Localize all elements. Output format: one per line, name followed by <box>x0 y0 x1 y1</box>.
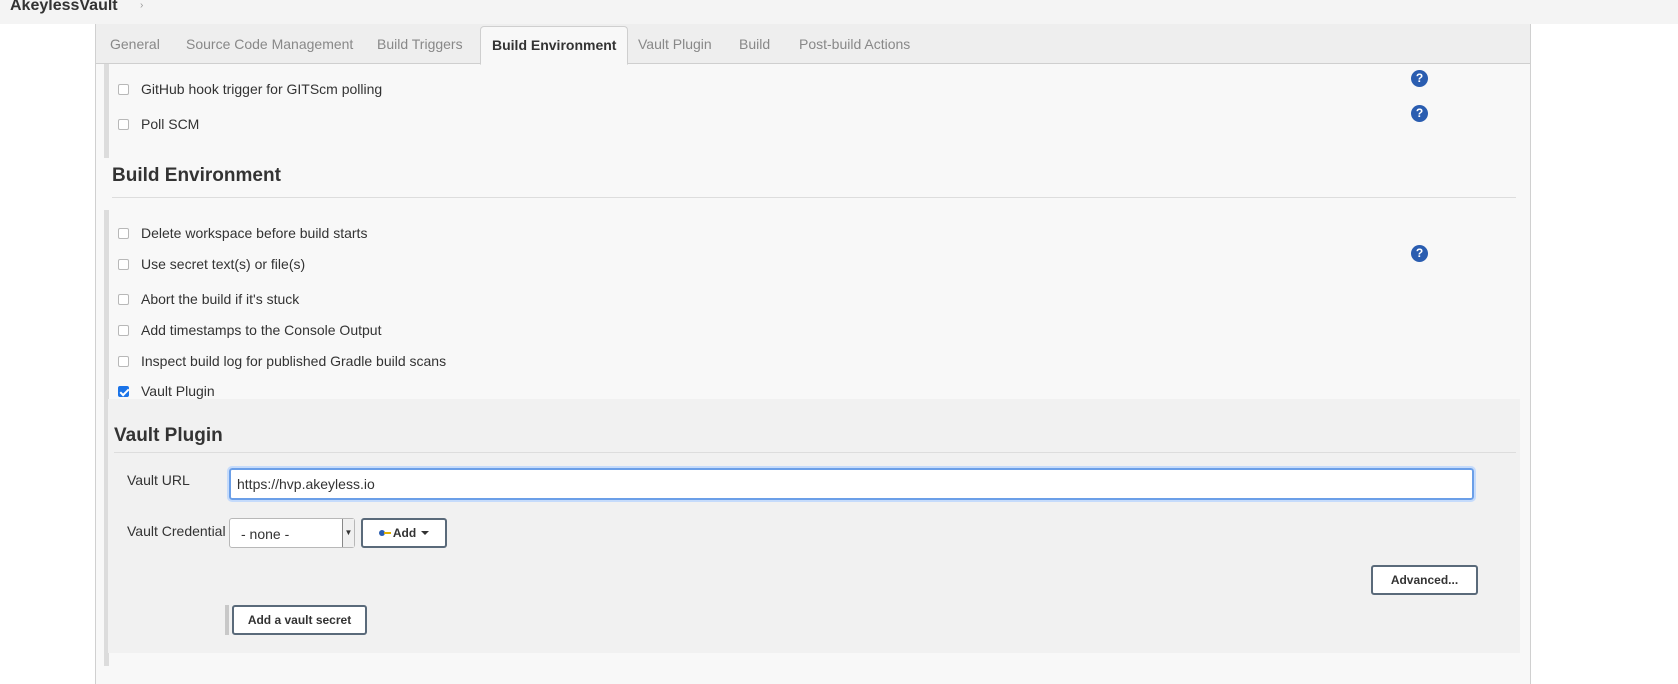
tab-build-environment[interactable]: Build Environment <box>480 26 629 65</box>
option-abort-if-stuck[interactable]: Abort the build if it's stuck <box>118 289 299 309</box>
trigger-github-hook[interactable]: GitHub hook trigger for GITScm polling <box>118 79 382 99</box>
add-credential-button[interactable]: Add <box>361 518 447 548</box>
help-icon[interactable]: ? <box>1411 105 1428 122</box>
section-title-vault-plugin: Vault Plugin <box>114 425 223 446</box>
checkbox[interactable] <box>118 355 129 367</box>
checkbox-label: GitHub hook trigger for GITScm polling <box>141 81 383 97</box>
checkbox-label: Inspect build log for published Gradle b… <box>141 353 447 369</box>
tab-source-code-management[interactable]: Source Code Management <box>186 36 353 52</box>
tab-build[interactable]: Build <box>739 36 770 52</box>
checkbox[interactable] <box>118 324 129 336</box>
option-inspect-gradle-scans[interactable]: Inspect build log for published Gradle b… <box>118 351 446 371</box>
checkbox-label: Use secret text(s) or file(s) <box>141 256 306 272</box>
vault-credential-label: Vault Credential <box>127 523 226 539</box>
checkbox-label: Vault Plugin <box>141 383 215 399</box>
select-value: - none - <box>241 526 290 542</box>
checkbox[interactable] <box>118 83 129 95</box>
tab-vault-plugin[interactable]: Vault Plugin <box>638 36 712 52</box>
checkbox[interactable] <box>118 258 129 270</box>
tab-post-build-actions[interactable]: Post-build Actions <box>799 36 910 52</box>
vault-credential-select[interactable]: - none - ▼ <box>229 518 355 548</box>
config-panel: General Source Code Management Build Tri… <box>95 24 1531 684</box>
help-icon[interactable]: ? <box>1411 70 1428 87</box>
section-title-build-environment: Build Environment <box>112 165 281 186</box>
option-use-secret-text[interactable]: Use secret text(s) or file(s) <box>118 254 305 274</box>
help-icon[interactable]: ? <box>1411 245 1428 262</box>
tab-general[interactable]: General <box>110 36 160 52</box>
tab-build-triggers[interactable]: Build Triggers <box>377 36 463 52</box>
add-vault-secret-button[interactable]: Add a vault secret <box>232 605 367 635</box>
advanced-button[interactable]: Advanced... <box>1371 565 1478 595</box>
checkbox-checked[interactable] <box>118 385 129 397</box>
section-indent-bar <box>104 64 109 158</box>
checkbox[interactable] <box>118 118 129 130</box>
checkbox-label: Abort the build if it's stuck <box>141 291 300 307</box>
breadcrumb-job[interactable]: AkeylessVault <box>10 0 118 15</box>
vault-url-label: Vault URL <box>127 472 190 488</box>
caret-down-icon <box>421 531 430 535</box>
checkbox-label: Delete workspace before build starts <box>141 225 368 241</box>
option-add-timestamps[interactable]: Add timestamps to the Console Output <box>118 320 381 340</box>
section-divider <box>114 452 1516 453</box>
key-icon <box>378 529 391 537</box>
checkbox-label: Add timestamps to the Console Output <box>141 322 382 338</box>
breadcrumb-arrow-icon[interactable]: › <box>140 0 143 11</box>
vault-url-input[interactable] <box>227 466 1476 502</box>
add-credential-label: Add <box>392 526 417 540</box>
top-bar: AkeylessVault › <box>0 0 1678 24</box>
tab-bar: General Source Code Management Build Tri… <box>96 24 1530 65</box>
checkbox-label: Poll SCM <box>141 116 200 132</box>
option-delete-workspace[interactable]: Delete workspace before build starts <box>118 223 367 243</box>
repeatable-indent-bar <box>225 605 229 635</box>
trigger-poll-scm[interactable]: Poll SCM <box>118 114 199 134</box>
section-divider <box>112 197 1516 198</box>
option-vault-plugin[interactable]: Vault Plugin <box>118 381 215 401</box>
checkbox[interactable] <box>118 227 129 239</box>
checkbox[interactable] <box>118 293 129 305</box>
chevron-down-icon[interactable]: ▼ <box>342 519 354 547</box>
